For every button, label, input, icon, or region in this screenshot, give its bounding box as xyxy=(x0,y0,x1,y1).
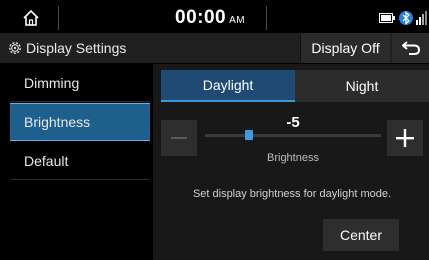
display-settings-screen: 00:00 AM Display Settings Display Off Di… xyxy=(0,0,429,260)
back-button[interactable] xyxy=(392,33,429,63)
settings-sidebar: Dimming Brightness Default xyxy=(10,64,150,260)
center-button[interactable]: Center xyxy=(323,219,399,251)
brightness-increase-button[interactable] xyxy=(387,120,423,156)
page-title: Display Settings xyxy=(26,40,127,56)
status-divider xyxy=(58,6,59,30)
sidebar-item-brightness[interactable]: Brightness xyxy=(10,103,150,141)
tab-night[interactable]: Night xyxy=(295,70,429,102)
brightness-slider-thumb[interactable] xyxy=(245,130,253,140)
clock: 00:00 AM xyxy=(175,7,245,29)
brightness-slider-track[interactable] xyxy=(205,134,381,137)
brightness-label: Brightness xyxy=(267,152,319,164)
brightness-value: -5 xyxy=(286,114,300,131)
clock-ampm: AM xyxy=(229,15,246,26)
plus-icon xyxy=(396,129,414,147)
status-divider xyxy=(266,6,267,30)
sidebar-item-dimming[interactable]: Dimming xyxy=(10,64,150,102)
sidebar-item-label: Brightness xyxy=(24,114,91,130)
home-icon xyxy=(23,9,39,26)
minus-icon xyxy=(171,137,187,139)
settings-header: Display Settings Display Off xyxy=(0,33,429,63)
display-off-button[interactable]: Display Off xyxy=(300,33,390,63)
tab-daylight[interactable]: Daylight xyxy=(161,70,295,102)
status-icons xyxy=(379,10,429,26)
sidebar-item-default[interactable]: Default xyxy=(10,142,150,180)
battery-icon xyxy=(379,13,395,23)
gear-icon xyxy=(9,42,21,54)
brightness-decrease-button[interactable] xyxy=(161,120,197,156)
signal-icon xyxy=(416,11,427,25)
header-title-group: Display Settings xyxy=(8,33,126,63)
status-bar: 00:00 AM xyxy=(0,0,429,36)
brightness-panel: Daylight Night -5 Brightness Set display… xyxy=(153,64,429,260)
home-button[interactable] xyxy=(8,2,56,34)
sidebar-item-label: Dimming xyxy=(24,74,80,91)
back-arrow-icon xyxy=(401,41,420,55)
mode-description: Set display brightness for daylight mode… xyxy=(192,188,392,200)
bluetooth-icon xyxy=(399,11,413,25)
sidebar-item-label: Default xyxy=(24,152,69,169)
clock-time: 00:00 xyxy=(175,7,227,28)
